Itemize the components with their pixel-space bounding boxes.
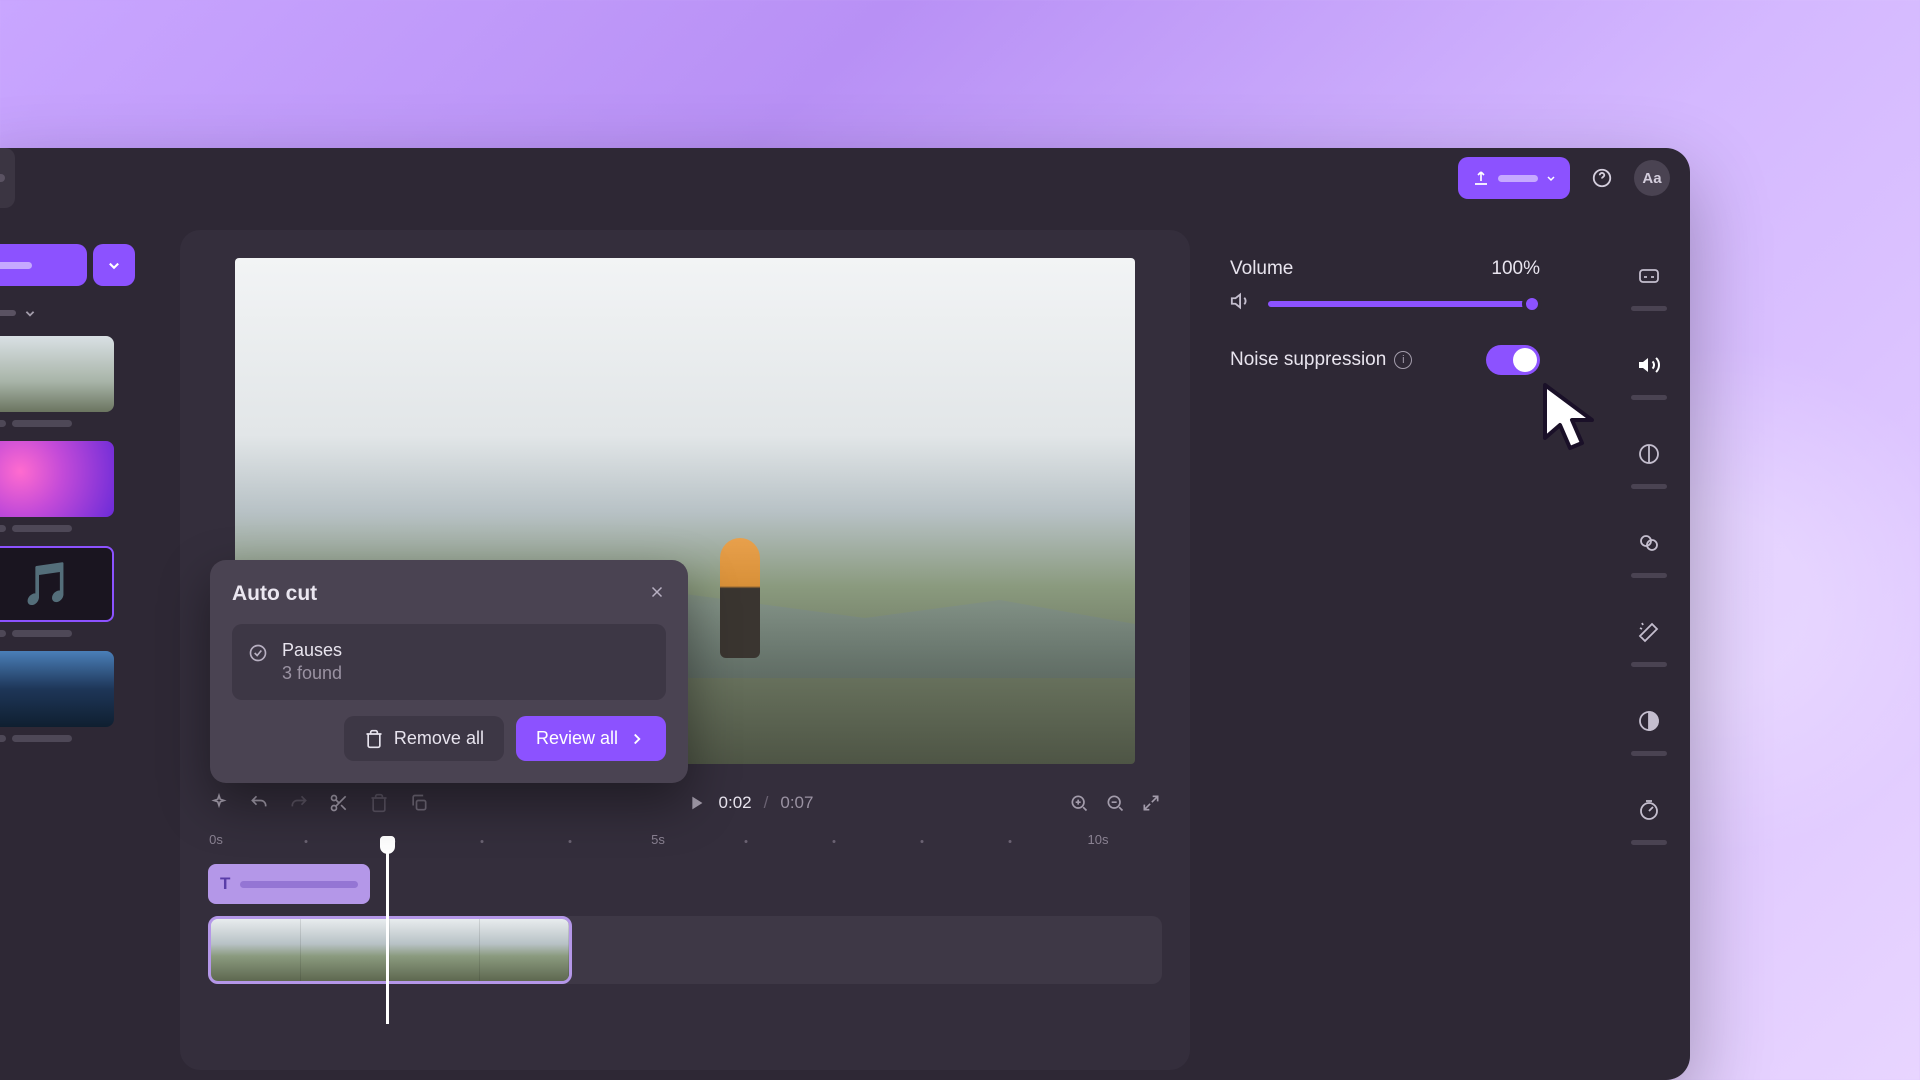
play-icon[interactable] — [685, 792, 707, 814]
top-bar: Aa — [0, 148, 1690, 208]
current-time: 0:02 — [719, 793, 752, 813]
add-media-button[interactable] — [0, 244, 87, 286]
playhead[interactable] — [386, 838, 389, 1024]
export-label-placeholder — [1498, 175, 1538, 182]
pauses-count: 3 found — [282, 663, 342, 684]
redo-icon[interactable] — [288, 792, 310, 814]
contrast-tool[interactable] — [1631, 703, 1667, 739]
ruler-tick: 5s — [651, 832, 665, 847]
autocut-popup: Auto cut Pauses 3 found Remove all Revie… — [210, 560, 688, 783]
properties-panel: Volume 100% Noise suppression i — [1230, 258, 1540, 375]
app-window: Aa 🎵 — [0, 148, 1690, 1080]
timeline-tracks: T — [208, 864, 1162, 984]
remove-all-label: Remove all — [394, 728, 484, 749]
media-thumb[interactable] — [0, 336, 114, 427]
checkmark-circle-icon — [248, 643, 268, 668]
color-wheel-tool[interactable] — [1631, 436, 1667, 472]
trash-icon — [364, 729, 384, 749]
remove-all-button[interactable]: Remove all — [344, 716, 504, 761]
zoom-out-icon[interactable] — [1104, 792, 1126, 814]
text-track-clip[interactable]: T — [208, 864, 370, 904]
audio-tool[interactable] — [1631, 347, 1667, 383]
volume-slider[interactable] — [1268, 301, 1540, 307]
ruler-tick: 0s — [209, 832, 223, 847]
toggle-knob — [1513, 348, 1537, 372]
total-time: 0:07 — [780, 793, 813, 813]
export-button[interactable] — [1458, 157, 1570, 199]
volume-value: 100% — [1491, 258, 1540, 280]
speed-tool[interactable] — [1631, 792, 1667, 828]
chevron-down-icon — [1546, 173, 1556, 183]
chevron-down-icon — [107, 258, 121, 272]
time-separator: / — [764, 793, 769, 813]
trash-icon[interactable] — [368, 792, 390, 814]
autocut-title: Auto cut — [232, 582, 317, 606]
slider-thumb[interactable] — [1522, 294, 1542, 314]
tool-rail — [1626, 258, 1672, 869]
add-media-dropdown[interactable] — [93, 244, 135, 286]
cursor-pointer-illustration — [1540, 380, 1610, 460]
thumbnail-image — [0, 336, 114, 412]
magic-wand-tool[interactable] — [1631, 614, 1667, 650]
duplicate-icon[interactable] — [408, 792, 430, 814]
speaker-icon[interactable] — [1230, 290, 1252, 317]
timeline-ruler[interactable]: 0s 5s 10s — [208, 832, 1162, 852]
video-track[interactable] — [208, 916, 1162, 984]
volume-label: Volume — [1230, 258, 1293, 280]
media-thumb[interactable] — [0, 441, 114, 532]
hamburger-tab[interactable] — [0, 148, 15, 208]
playback-controls: 0:02 / 0:07 — [208, 792, 1162, 814]
chevron-right-icon — [628, 730, 646, 748]
captions-tool[interactable] — [1631, 258, 1667, 294]
fit-screen-icon[interactable] — [1140, 792, 1162, 814]
zoom-in-icon[interactable] — [1068, 792, 1090, 814]
noise-suppression-label: Noise suppression — [1230, 349, 1386, 371]
noise-suppression-toggle[interactable] — [1486, 345, 1540, 375]
thumbnail-image: 🎵 — [0, 546, 114, 622]
filter-tool[interactable] — [1631, 525, 1667, 561]
review-all-label: Review all — [536, 728, 618, 749]
video-clip[interactable] — [208, 916, 572, 984]
media-panel: 🎵 — [0, 244, 135, 742]
scissors-icon[interactable] — [328, 792, 350, 814]
ruler-tick: 10s — [1088, 832, 1109, 847]
upload-icon — [1472, 169, 1490, 187]
review-all-button[interactable]: Review all — [516, 716, 666, 761]
sparkle-icon[interactable] — [208, 792, 230, 814]
sort-row[interactable] — [0, 298, 135, 336]
close-icon[interactable] — [648, 583, 666, 606]
pauses-card[interactable]: Pauses 3 found — [232, 624, 666, 700]
chevron-down-icon — [24, 307, 36, 319]
undo-icon[interactable] — [248, 792, 270, 814]
pauses-label: Pauses — [282, 640, 342, 661]
help-icon[interactable] — [1584, 160, 1620, 196]
thumbnail-image — [0, 651, 114, 727]
media-thumb-selected[interactable]: 🎵 — [0, 546, 114, 637]
info-icon[interactable]: i — [1394, 351, 1412, 369]
account-avatar[interactable]: Aa — [1634, 160, 1670, 196]
thumbnail-image — [0, 441, 114, 517]
text-layer-badge: T — [220, 874, 230, 894]
media-thumb[interactable] — [0, 651, 114, 742]
